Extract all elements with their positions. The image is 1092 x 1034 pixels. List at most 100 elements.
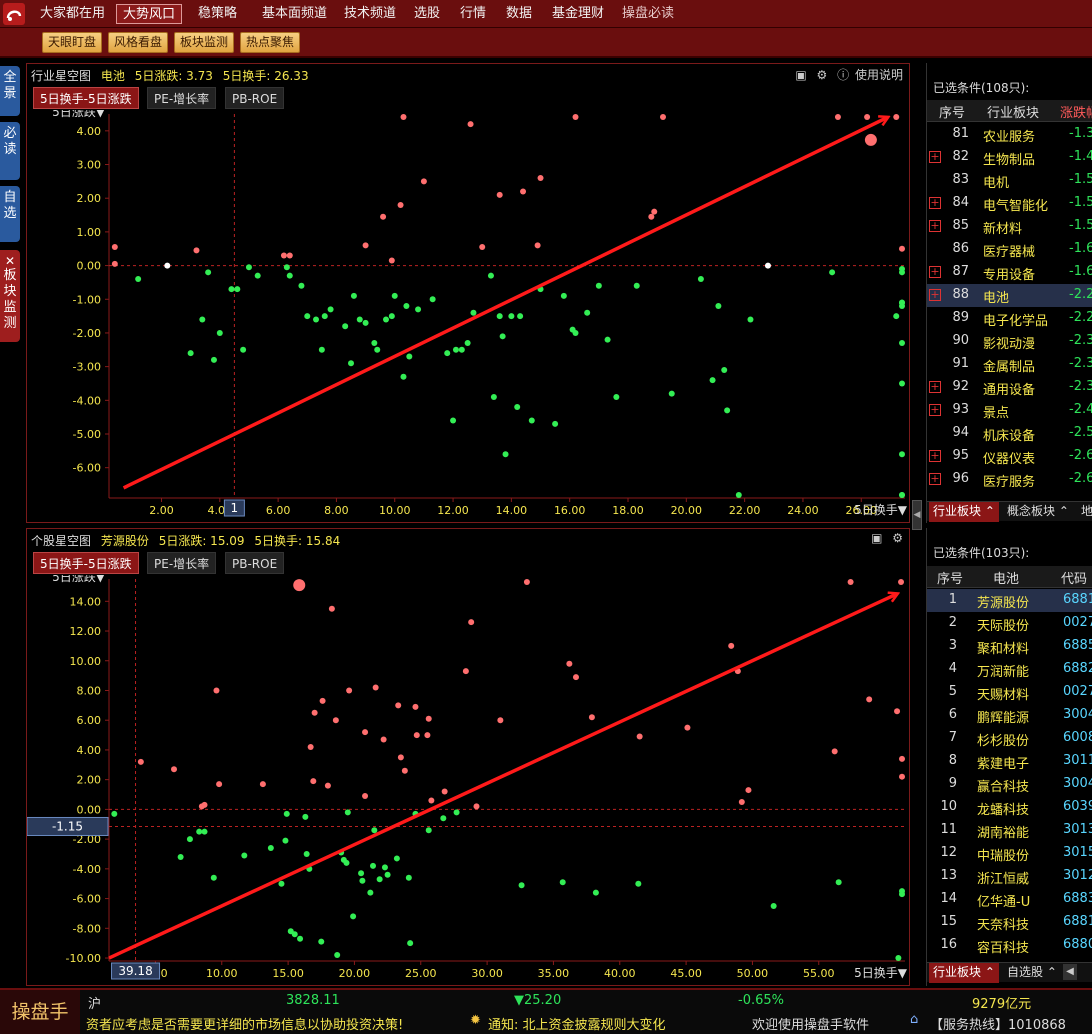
stock-row[interactable]: 5 天赐材料 0027 xyxy=(927,681,1092,704)
style-view-button[interactable]: 风格看盘 xyxy=(108,32,169,53)
industry-row[interactable]: 89 电子化学品 -2.2 xyxy=(927,307,1092,330)
tab-pe-growth[interactable]: PE-增长率 xyxy=(147,552,217,574)
data-point xyxy=(893,114,900,120)
stock-row[interactable]: 13 浙江恒威 3012 xyxy=(927,865,1092,888)
data-point xyxy=(559,879,566,886)
left-tab-panorama[interactable]: 全景 xyxy=(0,66,20,116)
close-icon[interactable]: ✕ xyxy=(0,254,20,268)
row-name: 浙江恒威 xyxy=(977,872,1030,887)
stock-row[interactable]: 2 天际股份 0027 xyxy=(927,612,1092,635)
col-sector[interactable]: 行业板块 xyxy=(987,102,1039,121)
industry-row[interactable]: 81 农业服务 -1.3 xyxy=(927,123,1092,146)
industry-row[interactable]: +82 生物制品 -1.4 xyxy=(927,146,1092,169)
tab-pb-roe[interactable]: PB-ROE xyxy=(225,87,285,109)
expand-icon[interactable]: + xyxy=(929,473,941,485)
industry-row[interactable]: 90 影视动漫 -2.3 xyxy=(927,330,1092,353)
tab-region[interactable]: 地域 xyxy=(1077,502,1092,522)
stock-row[interactable]: 10 龙蟠科技 6039 xyxy=(927,796,1092,819)
stock-row[interactable]: 16 容百科技 6880 xyxy=(927,934,1092,957)
expand-icon[interactable]: + xyxy=(929,404,941,416)
x-tick-label: 10.00 xyxy=(206,967,238,980)
tab-concept-sector[interactable]: 概念板块 ⌃ xyxy=(1003,502,1073,522)
industry-row[interactable]: +87 专用设备 -1.6 xyxy=(927,261,1092,284)
industry-row[interactable]: 86 医疗器械 -1.6 xyxy=(927,238,1092,261)
tab-turnover-change[interactable]: 5日换手-5日涨跌 xyxy=(33,87,139,109)
col-no[interactable]: 序号 xyxy=(937,568,963,587)
y-tick-label: -6.00 xyxy=(73,462,101,475)
industry-row[interactable]: +92 通用设备 -2.3 xyxy=(927,376,1092,399)
gear-icon[interactable]: ⚙ xyxy=(817,68,828,82)
industry-row[interactable]: +93 景点 -2.4 xyxy=(927,399,1092,422)
stock-row[interactable]: 14 亿华通-U 6883 xyxy=(927,888,1092,911)
stock-row[interactable]: 7 杉杉股份 6008 xyxy=(927,727,1092,750)
splitter-handle[interactable]: ◀ xyxy=(912,500,922,530)
data-point xyxy=(560,292,567,299)
stock-row[interactable]: 8 紫建电子 3011 xyxy=(927,750,1092,773)
tab-industry-sector[interactable]: 行业板块 ⌃ xyxy=(929,963,999,983)
industry-row[interactable]: +96 医疗服务 -2.6 xyxy=(927,468,1092,491)
industry-scatter-plot[interactable]: 4.00 3.00 2.00 1.00 0.00 -1.00 -2.00 -3.00 -4.00… xyxy=(27,110,909,522)
data-point xyxy=(135,276,142,283)
data-point xyxy=(595,282,602,289)
industry-row[interactable]: 94 机床设备 -2.5 xyxy=(927,422,1092,445)
industry-row[interactable]: 83 电机 -1.5 xyxy=(927,169,1092,192)
stock-row[interactable]: 15 天奈科技 6881 xyxy=(927,911,1092,934)
expand-icon[interactable]: + xyxy=(929,151,941,163)
left-tab-must-read[interactable]: 必读 xyxy=(0,122,20,180)
col-stock[interactable]: 电池 xyxy=(993,568,1019,587)
menu-item-fundamental[interactable]: 基本面频道 xyxy=(256,4,333,24)
left-tab-sector-monitor[interactable]: ✕ 板块监测 xyxy=(0,250,20,342)
help-link[interactable]: 使用说明 xyxy=(855,68,903,82)
industry-row[interactable]: 91 金属制品 -2.3 xyxy=(927,353,1092,376)
tab-industry-sector[interactable]: 行业板块 ⌃ xyxy=(929,502,999,522)
menu-item-popular[interactable]: 大家都在用 xyxy=(34,4,111,24)
left-tab-watchlist[interactable]: 自选 xyxy=(0,186,20,242)
industry-row[interactable]: +85 新材料 -1.5 xyxy=(927,215,1092,238)
menu-item-must-read[interactable]: 操盘必读 xyxy=(616,4,680,24)
brand-label[interactable]: 操盘手 xyxy=(0,990,80,1034)
tab-turnover-change[interactable]: 5日换手-5日涨跌 xyxy=(33,552,139,574)
stock-row[interactable]: 3 聚和材料 6885 xyxy=(927,635,1092,658)
menu-item-stock-picker[interactable]: 选股 xyxy=(408,4,446,24)
hot-focus-button[interactable]: 热点聚焦 xyxy=(240,32,301,53)
industry-row[interactable]: +88 电池 -2.2 xyxy=(927,284,1092,307)
expand-icon[interactable]: + xyxy=(929,197,941,209)
app-logo-icon[interactable] xyxy=(2,2,26,26)
menu-item-technical[interactable]: 技术频道 xyxy=(338,4,402,24)
expand-icon[interactable]: + xyxy=(929,266,941,278)
gear-icon[interactable]: ⚙ xyxy=(892,531,903,545)
tab-pe-growth[interactable]: PE-增长率 xyxy=(147,87,217,109)
menu-item-steady-strategy[interactable]: 稳策略 xyxy=(192,4,243,24)
expand-icon[interactable]: + xyxy=(929,450,941,462)
data-point xyxy=(537,175,544,181)
menu-item-fund[interactable]: 基金理财 xyxy=(546,4,610,24)
stock-row[interactable]: 12 中瑞股份 3015 xyxy=(927,842,1092,865)
stock-row[interactable]: 4 万润新能 6882 xyxy=(927,658,1092,681)
scroll-left-icon[interactable]: ◀ xyxy=(1063,964,1077,980)
sky-eye-button[interactable]: 天眼盯盘 xyxy=(42,32,103,53)
notice-text[interactable]: 通知: 北上资金披露规则大变化 xyxy=(488,1014,666,1033)
menu-item-quotes[interactable]: 行情 xyxy=(454,4,492,24)
col-change[interactable]: 涨跌幅 xyxy=(1060,102,1092,121)
stock-row[interactable]: 1 芳源股份 6881 xyxy=(927,589,1092,612)
menu-item-data[interactable]: 数据 xyxy=(500,4,538,24)
industry-row[interactable]: +84 电气智能化 -1.5 xyxy=(927,192,1092,215)
stock-row[interactable]: 6 鹏辉能源 3004 xyxy=(927,704,1092,727)
sector-monitor-button[interactable]: 板块监测 xyxy=(174,32,235,53)
expand-icon[interactable]: + xyxy=(929,381,941,393)
stock-scatter-plot[interactable]: 14.0012.0010.008.006.004.002.000.00-2.00… xyxy=(27,575,909,985)
stock-row[interactable]: 9 赢合科技 3004 xyxy=(927,773,1092,796)
home-icon[interactable]: ⌂ xyxy=(910,1012,918,1027)
col-code[interactable]: 代码 xyxy=(1061,568,1087,587)
help-icon[interactable]: ⓘ xyxy=(837,68,849,82)
menu-item-trend[interactable]: 大势风口 xyxy=(116,4,183,24)
col-no[interactable]: 序号 xyxy=(939,102,965,121)
expand-icon[interactable]: + xyxy=(929,289,941,301)
expand-icon[interactable]: + xyxy=(929,220,941,232)
industry-row[interactable]: +95 仪器仪表 -2.6 xyxy=(927,445,1092,468)
maximize-icon[interactable]: ▣ xyxy=(795,68,806,82)
tab-watchlist[interactable]: 自选股 ⌃ xyxy=(1003,963,1061,983)
stock-row[interactable]: 11 湖南裕能 3013 xyxy=(927,819,1092,842)
tab-pb-roe[interactable]: PB-ROE xyxy=(225,552,285,574)
maximize-icon[interactable]: ▣ xyxy=(871,531,882,545)
